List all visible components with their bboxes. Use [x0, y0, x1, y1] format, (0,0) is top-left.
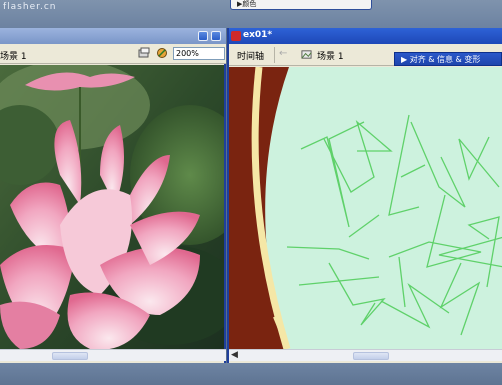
stage-canvas[interactable] — [229, 67, 502, 349]
watermark: flasher.cn — [3, 2, 57, 12]
scroll-left-arrow-icon[interactable]: ◀ — [231, 350, 238, 360]
panel-label[interactable]: ▶ 对齐 & 信息 & 变形 — [401, 54, 480, 65]
left-document-window: 场景 1 200% — [0, 28, 226, 363]
align-info-transform-panel[interactable]: ▶ 对齐 & 信息 & 变形 — [394, 52, 502, 66]
left-scroll-thumb[interactable] — [52, 352, 88, 360]
bottom-strip — [0, 363, 502, 385]
maximize-button[interactable] — [211, 31, 221, 41]
lotus-image — [0, 65, 224, 349]
right-horizontal-scrollbar[interactable]: ◀ — [229, 349, 502, 361]
left-edit-bar: 场景 1 200% — [0, 44, 226, 64]
scene-label[interactable]: 场景 1 — [317, 49, 344, 62]
right-scroll-thumb[interactable] — [353, 352, 389, 360]
zoom-input[interactable]: 200% — [173, 47, 225, 60]
color-menu-label: ▶颜色 — [237, 0, 257, 8]
edit-symbols-icon[interactable] — [138, 47, 150, 59]
left-horizontal-scrollbar[interactable] — [0, 349, 226, 361]
scene-label[interactable]: 场景 1 — [0, 49, 27, 62]
stage-drawing — [229, 67, 502, 349]
left-title-bar — [0, 28, 226, 44]
color-menu[interactable]: ▶颜色 — [230, 0, 372, 10]
toolbar-separator — [274, 47, 275, 63]
back-arrow-icon[interactable]: ← — [279, 48, 287, 59]
document-title: ex01* — [243, 30, 273, 40]
minimize-button[interactable] — [198, 31, 208, 41]
right-document-window: ex01* 时间轴 ← 场景 1 ◀ — [227, 28, 502, 363]
flash-doc-icon — [231, 31, 241, 41]
timeline-button[interactable]: 时间轴 — [237, 49, 264, 62]
top-strip: flasher.cn ▶颜色 — [0, 0, 502, 28]
right-title-bar[interactable]: ex01* — [229, 28, 502, 44]
scene-icon — [301, 50, 312, 59]
edit-scene-icon[interactable] — [156, 47, 168, 59]
